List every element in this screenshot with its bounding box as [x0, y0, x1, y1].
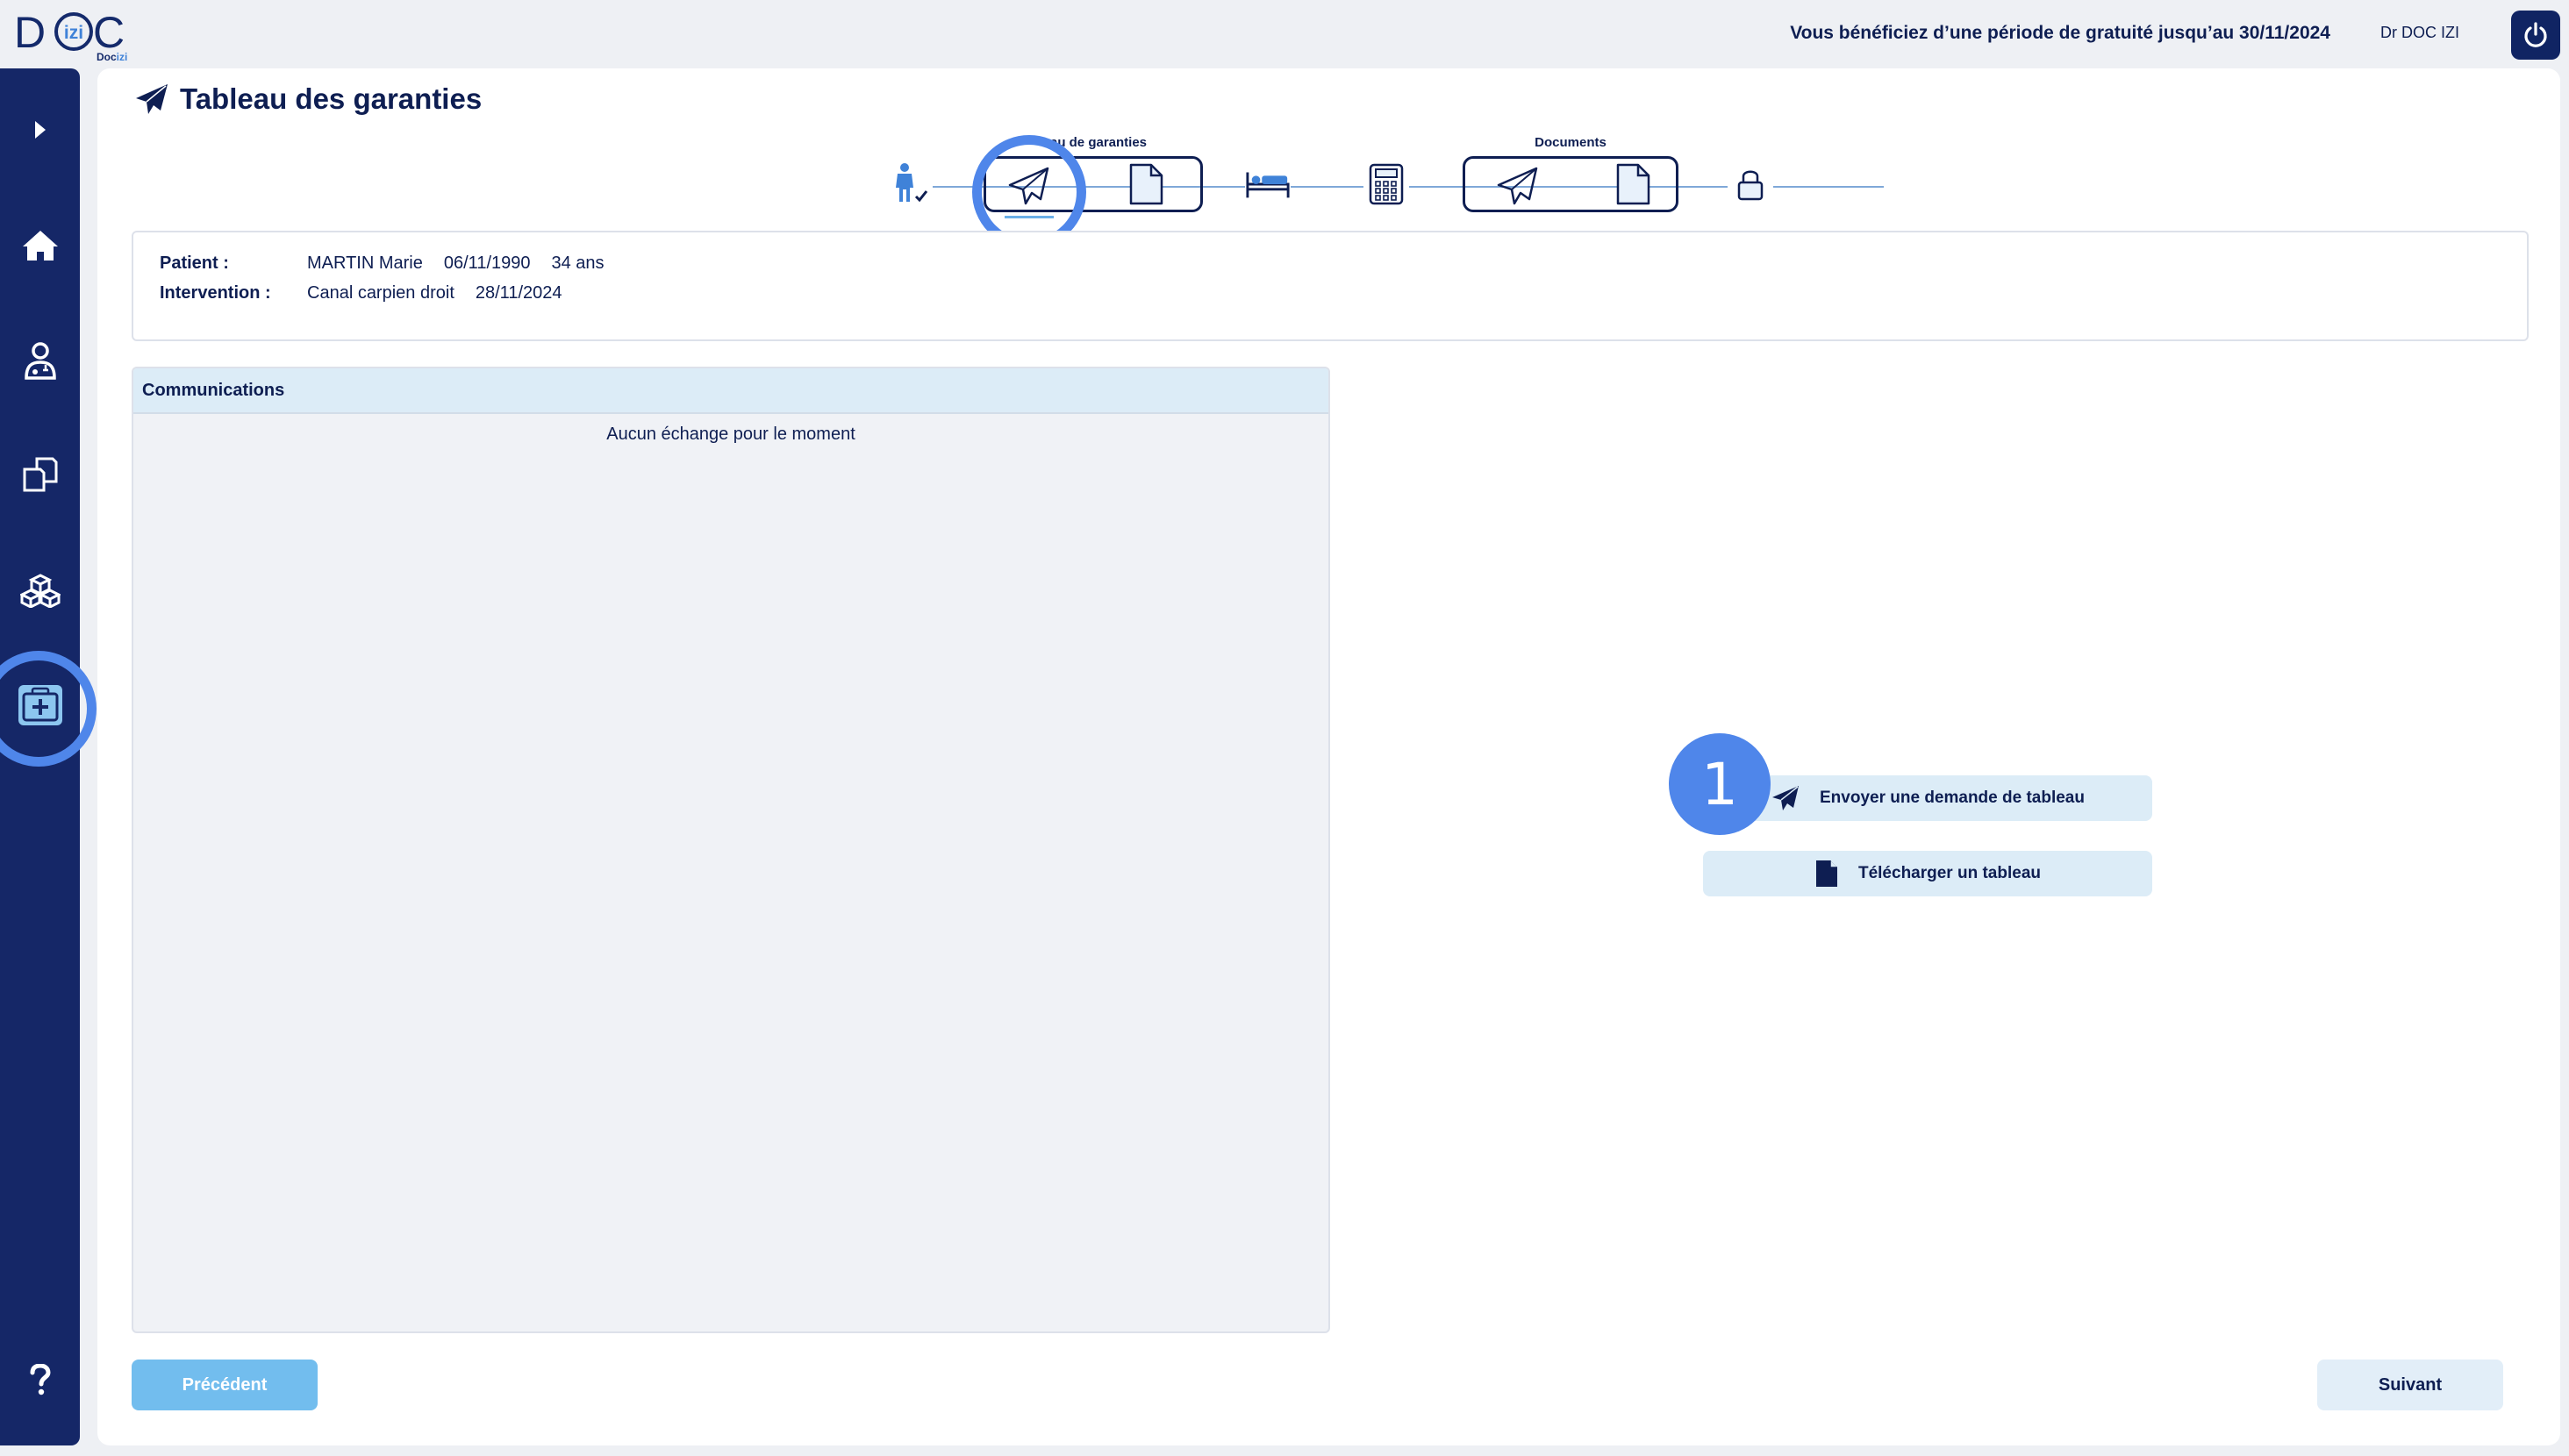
step-send-garanties[interactable] — [1006, 163, 1052, 209]
bed-icon — [1246, 172, 1290, 198]
svg-text:Docizi: Docizi — [97, 51, 127, 63]
docizi-logo[interactable]: D izi C Docizi — [12, 5, 144, 63]
main-card: Tableau des garanties au de garanties Do… — [97, 68, 2560, 1445]
boxes-icon — [19, 574, 61, 608]
document-icon — [1129, 163, 1163, 205]
trial-notice: Vous bénéficiez d’une période de gratuit… — [1790, 23, 2330, 43]
intervention-date: 28/11/2024 — [475, 283, 562, 303]
progress-stepper: au de garanties Documents — [97, 68, 2560, 249]
sidebar-item-help[interactable] — [0, 1340, 80, 1419]
sidebar-item-home[interactable] — [0, 206, 80, 285]
intervention-label: Intervention : — [160, 283, 271, 303]
step-patient[interactable] — [887, 161, 933, 207]
home-icon — [22, 231, 58, 261]
patient-age: 34 ans — [551, 253, 605, 273]
step-number-badge: 1 — [1669, 733, 1771, 835]
paper-plane-icon — [1008, 167, 1049, 205]
power-icon — [2524, 22, 2547, 47]
next-button[interactable]: Suivant — [2317, 1360, 2503, 1410]
upload-table-label: Télécharger un tableau — [1857, 864, 2041, 882]
sidebar-item-medical-case[interactable] — [0, 666, 80, 745]
sidebar-item-boxes[interactable] — [0, 551, 80, 630]
step-devis[interactable] — [1363, 161, 1409, 207]
paper-plane-icon — [1497, 167, 1538, 205]
current-step-indicator — [1005, 216, 1054, 218]
upload-table-button[interactable]: Télécharger un tableau — [1703, 851, 2152, 896]
logo-c: C — [93, 8, 125, 57]
file-icon — [1815, 860, 1837, 887]
chevron-right-icon — [34, 121, 46, 139]
documents-icon — [23, 457, 57, 492]
send-request-label: Envoyer une demande de tableau — [1820, 789, 2085, 807]
step-locked[interactable] — [1728, 161, 1773, 207]
communications-empty-message: Aucun échange pour le moment — [606, 425, 855, 444]
user-name[interactable]: Dr DOC IZI — [2380, 24, 2459, 42]
intervention-row: Intervention : Canal carpien droit 28/11/2… — [160, 283, 583, 303]
sidebar-item-doctor[interactable] — [0, 321, 80, 400]
patient-birthdate: 06/11/1990 — [443, 253, 531, 273]
patient-row: Patient : MARTIN Marie 06/11/1990 34 ans — [160, 253, 626, 274]
patient-label: Patient : — [160, 253, 229, 273]
step-document-documents[interactable] — [1610, 161, 1656, 207]
lock-icon — [1737, 170, 1764, 201]
step-group-garanties-label: au de garanties — [1049, 135, 1148, 150]
step-send-documents[interactable] — [1495, 163, 1541, 209]
patient-info-box: Patient : MARTIN Marie 06/11/1990 34 ans In… — [132, 231, 2529, 341]
patient-icon — [896, 163, 928, 203]
step-group-documents-label: Documents — [1535, 135, 1607, 150]
top-bar: D izi C Docizi Vous bénéficiez d’une pér… — [0, 0, 2569, 68]
sidebar-item-documents[interactable] — [0, 435, 80, 514]
logo-izi: izi — [64, 23, 83, 43]
intervention-name: Canal carpien droit — [307, 283, 454, 303]
doctor-icon — [24, 342, 56, 380]
logo-d: D — [14, 8, 46, 57]
document-icon — [1616, 163, 1650, 205]
sidebar — [0, 68, 80, 1445]
paper-plane-icon — [1772, 786, 1799, 810]
communications-header: Communications — [133, 368, 1328, 414]
communications-panel[interactable]: Communications Aucun échange pour le mom… — [132, 367, 1330, 1333]
logout-button[interactable] — [2511, 11, 2560, 60]
step-hospitalisation[interactable] — [1245, 161, 1291, 207]
patient-name: MARTIN Marie — [307, 253, 423, 273]
step-document-garanties[interactable] — [1123, 161, 1169, 207]
previous-button[interactable]: Précédent — [132, 1360, 318, 1410]
calculator-icon — [1369, 163, 1404, 205]
sidebar-expand-button[interactable] — [0, 90, 80, 169]
medical-case-icon — [18, 685, 62, 725]
help-icon — [30, 1364, 51, 1395]
